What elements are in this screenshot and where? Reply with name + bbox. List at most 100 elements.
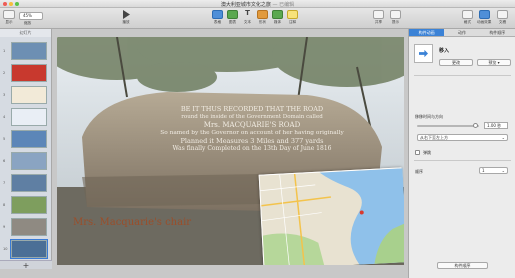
preview-label: 预览 — [488, 60, 497, 65]
chevron-down-icon: ⌄ — [501, 135, 505, 140]
view-label: 显示 — [5, 20, 13, 24]
slide-thumbnail[interactable] — [11, 130, 47, 148]
slide-thumbnail[interactable] — [11, 108, 47, 126]
slide-thumbnail-row[interactable]: 4 — [2, 107, 50, 127]
arrow-right-icon — [419, 49, 428, 58]
share-icon — [373, 10, 384, 19]
inscription-line: Mrs. MACQUARIE'S ROAD — [203, 121, 301, 129]
chart-button[interactable]: 图表 — [227, 10, 238, 25]
tips-label: 提示 — [391, 20, 400, 24]
build-order-button[interactable]: 构件顺序 — [437, 262, 488, 269]
add-slide-button[interactable]: + — [0, 260, 52, 270]
document-label: 文稿 — [498, 20, 507, 24]
slide-thumbnail[interactable] — [11, 64, 47, 82]
chart-label: 图表 — [228, 20, 237, 24]
slide-thumbnail-row[interactable]: 6 — [2, 151, 50, 171]
inscription: BE IT THUS RECORDED THAT THE ROAD round … — [132, 105, 372, 153]
slide-number: 10 — [3, 247, 8, 251]
view-button[interactable]: 显示 — [3, 10, 15, 25]
play-label: 播放 — [122, 20, 130, 24]
order-select[interactable]: 1 ⌄ — [479, 167, 508, 174]
direction-value: 从右下至左上方 — [420, 135, 448, 140]
change-effect-button[interactable]: 更改 — [439, 59, 473, 66]
zoom-select[interactable]: 45% — [19, 12, 43, 20]
slide-navigator: 幻灯片 1 2 3 4 5 6 7 8 9 10 + — [0, 29, 52, 270]
chart-icon — [227, 10, 238, 19]
share-button[interactable]: 共享 — [373, 10, 384, 25]
slide-thumbnail[interactable] — [10, 239, 48, 259]
slide-thumbnail[interactable] — [11, 196, 47, 214]
slide-thumbnail[interactable] — [11, 86, 47, 104]
shape-icon — [257, 10, 268, 19]
zoom-label: 缩放 — [24, 21, 32, 25]
text-label: 文本 — [243, 20, 252, 24]
toolbar: 显示 45% 缩放 播放 表格 图表 T 文本 形状 媒体 注释 共享 提示 格… — [0, 8, 515, 29]
media-icon — [272, 10, 283, 19]
text-button[interactable]: T 文本 — [242, 10, 253, 25]
slide-thumbnail-row[interactable]: 7 — [2, 173, 50, 193]
slide-number: 9 — [3, 225, 6, 229]
slide-number: 1 — [3, 49, 6, 53]
brush-icon — [462, 10, 473, 19]
share-label: 共享 — [374, 20, 383, 24]
media-button[interactable]: 媒体 — [272, 10, 283, 25]
text-icon: T — [245, 9, 250, 17]
duration-field[interactable]: 1.00 秒 — [484, 122, 508, 129]
slide-thumbnail-row[interactable]: 9 — [2, 217, 50, 237]
inscription-line: round the inside of the Government Domai… — [181, 114, 323, 120]
inscription-line: Planned it Measures 3 Miles and 377 yard… — [180, 137, 324, 145]
table-icon — [212, 10, 223, 19]
slide-canvas[interactable]: BE IT THUS RECORDED THAT THE ROAD round … — [57, 37, 404, 265]
slide-thumbnail-row[interactable]: 1 — [2, 41, 50, 61]
navigator-header: 幻灯片 — [0, 29, 51, 37]
slide-number: 7 — [3, 181, 6, 185]
slide-caption[interactable]: Mrs. Macquarie's chair — [73, 217, 191, 228]
effect-preview-thumbnail — [414, 44, 433, 63]
inscription-line: BE IT THUS RECORDED THAT THE ROAD — [180, 105, 324, 113]
table-button[interactable]: 表格 — [212, 10, 223, 25]
bounce-label: 弹跳 — [423, 150, 431, 155]
tab-build-order[interactable]: 构件顺序 — [480, 29, 515, 36]
document-icon — [497, 10, 508, 19]
divider — [414, 75, 511, 76]
duration-value: 1.00 秒 — [487, 123, 502, 128]
order-value: 1 — [482, 168, 485, 173]
tab-action[interactable]: 动作 — [444, 29, 479, 36]
slide-number: 8 — [3, 203, 6, 207]
animate-icon — [478, 10, 490, 19]
slide-thumbnail-row[interactable]: 3 — [2, 85, 50, 105]
slide-number: 3 — [3, 93, 6, 97]
slide-thumbnail-row[interactable]: 5 — [2, 129, 50, 149]
comment-label: 注释 — [288, 20, 297, 24]
slide-thumbnail[interactable] — [11, 42, 47, 60]
animate-label: 动画效果 — [477, 20, 492, 24]
slide-thumbnail-row[interactable]: 2 — [2, 63, 50, 83]
tab-build-in[interactable]: 构件动画 — [409, 29, 445, 36]
map-graphic — [259, 168, 404, 265]
shape-button[interactable]: 形状 — [257, 10, 268, 25]
direction-select[interactable]: 从右下至左上方 ⌄ — [417, 134, 508, 141]
comment-button[interactable]: 注释 — [287, 10, 298, 25]
bounce-checkbox[interactable] — [415, 150, 420, 155]
format-button[interactable]: 格式 — [462, 10, 473, 25]
slide-thumbnail-row[interactable]: 10 — [2, 239, 50, 259]
map-image[interactable] — [258, 167, 404, 265]
tips-button[interactable]: 提示 — [390, 10, 401, 25]
preview-button[interactable]: 预览 ▾ — [477, 59, 511, 66]
inscription-line: Was finally Completed on the 13th Day of… — [172, 145, 332, 152]
duration-label: 移移时间与方向 — [415, 114, 443, 119]
slide-thumbnail[interactable] — [11, 152, 47, 170]
play-button[interactable]: 播放 — [121, 10, 131, 25]
slide-thumbnail-row[interactable]: 8 — [2, 195, 50, 215]
chevron-down-icon: ▾ — [497, 60, 500, 65]
slide-number: 4 — [3, 115, 6, 119]
slide-thumbnail[interactable] — [11, 174, 47, 192]
duration-slider[interactable] — [417, 123, 479, 128]
media-label: 媒体 — [273, 20, 282, 24]
slider-knob[interactable] — [472, 123, 478, 128]
window-title: 澳大利亚城市文化之旅 — 已编辑 — [0, 1, 515, 8]
animate-button[interactable]: 动画效果 — [477, 10, 491, 25]
table-label: 表格 — [213, 20, 222, 24]
document-button[interactable]: 文稿 — [497, 10, 508, 25]
slide-thumbnail[interactable] — [11, 218, 47, 236]
